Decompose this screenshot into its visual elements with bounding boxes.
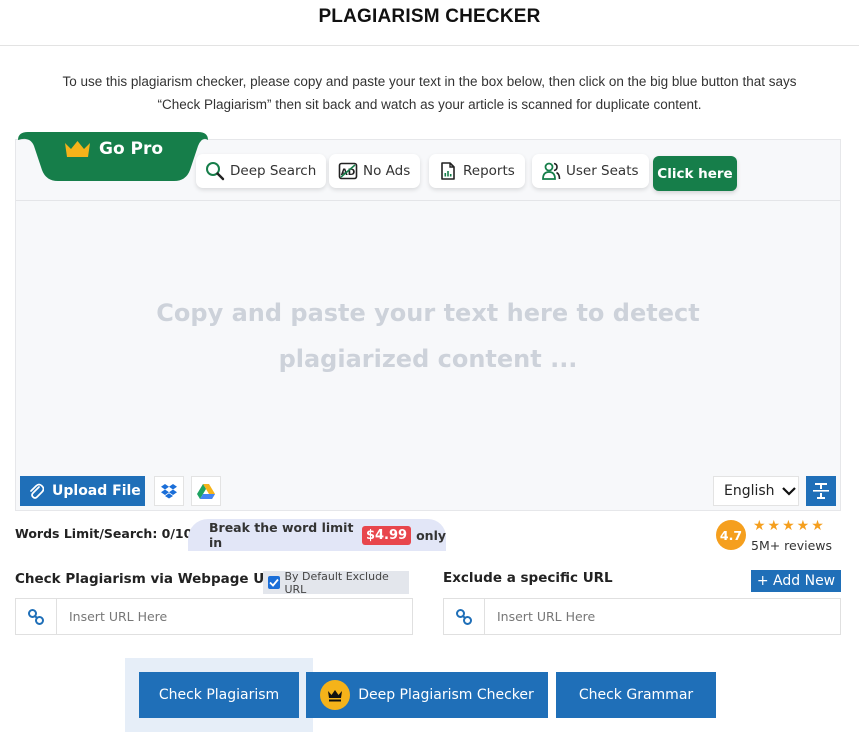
crown-icon [320, 680, 351, 710]
promo-prefix: Break the word limit in [209, 520, 354, 550]
page-title: PLAGIARISM CHECKER [318, 6, 541, 27]
add-new-button[interactable]: + Add New [751, 570, 841, 592]
no-ads-icon: AD [338, 161, 358, 181]
go-pro-tab[interactable]: Go Pro [18, 132, 208, 182]
upload-file-label: Upload File [52, 483, 141, 499]
report-icon [438, 161, 458, 181]
link-icon [444, 599, 485, 634]
webpage-url-input[interactable] [57, 599, 412, 634]
language-select[interactable]: English [713, 476, 799, 506]
deep-search-button[interactable]: Deep Search [196, 154, 327, 188]
upgrade-promo[interactable]: Break the word limit in $4.99 only [188, 519, 446, 551]
google-drive-button[interactable] [191, 476, 221, 506]
upload-file-button[interactable]: Upload File [20, 476, 145, 506]
exclude-url-field [443, 598, 841, 635]
chevron-down-icon [781, 487, 796, 496]
intro-text: To use this plagiarism checker, please c… [20, 70, 839, 116]
reports-label: Reports [463, 163, 515, 179]
paperclip-icon [30, 483, 44, 499]
checkbox-checked-icon[interactable] [268, 576, 281, 589]
link-icon [16, 599, 57, 634]
text-input-placeholder: Copy and paste your text here to detect … [156, 299, 700, 373]
go-pro-label-wrap: Go Pro [64, 139, 163, 159]
text-editor: Go Pro Deep Search AD No Ads Reports Use… [15, 132, 841, 511]
dropbox-icon [161, 484, 177, 499]
google-drive-icon [197, 484, 215, 499]
rating-score: 4.7 [716, 520, 746, 550]
deep-plagiarism-checker-button[interactable]: Deep Plagiarism Checker [306, 672, 548, 718]
format-text-button[interactable] [806, 476, 836, 506]
check-grammar-button[interactable]: Check Grammar [556, 672, 716, 718]
intro-line-1: To use this plagiarism checker, please c… [62, 74, 797, 89]
exclude-url-checkbox[interactable]: By Default Exclude URL [263, 569, 409, 596]
exclude-url-label: By Default Exclude URL [284, 569, 389, 596]
intro-line-2: “Check Plagiarism” then sit back and wat… [157, 97, 702, 112]
pro-toolbar: Go Pro Deep Search AD No Ads Reports Use… [16, 132, 840, 201]
check-plagiarism-label: Check Plagiarism [158, 687, 280, 703]
svg-text:AD: AD [341, 168, 355, 178]
text-input-area[interactable]: Copy and paste your text here to detect … [16, 201, 840, 471]
deep-search-label: Deep Search [230, 163, 317, 179]
go-pro-text: Go Pro [99, 139, 164, 159]
text-format-icon [813, 483, 829, 499]
crown-icon [65, 141, 90, 157]
exclude-url-title: Exclude a specific URL [443, 570, 613, 586]
dropbox-button[interactable] [154, 476, 184, 506]
reviews-count: 5M+ reviews [751, 538, 833, 553]
rating-widget: 4.7 ★★★★★ 5M+ reviews [716, 518, 846, 560]
exclude-url-input[interactable] [485, 599, 840, 634]
check-plagiarism-button[interactable]: Check Plagiarism [139, 672, 299, 718]
check-grammar-label: Check Grammar [578, 687, 694, 703]
user-seats-label: User Seats [566, 163, 639, 179]
promo-price: $4.99 [361, 525, 412, 545]
user-seats-button[interactable]: User Seats [532, 154, 649, 188]
users-icon [541, 161, 561, 181]
words-limit: Words Limit/Search: 0/1000 [15, 526, 210, 541]
click-here-button[interactable]: Click here [653, 156, 737, 191]
no-ads-label: No Ads [363, 163, 411, 179]
language-value: English [724, 483, 775, 499]
deep-plagiarism-checker-label: Deep Plagiarism Checker [358, 687, 534, 703]
no-ads-button[interactable]: AD No Ads [329, 154, 421, 188]
url-check-title: Check Plagiarism via Webpage URL [15, 571, 284, 587]
webpage-url-field [15, 598, 413, 635]
search-icon [205, 161, 225, 181]
page-header: PLAGIARISM CHECKER [0, 0, 859, 46]
promo-suffix: only [416, 527, 446, 543]
star-icons: ★★★★★ [753, 518, 826, 534]
reports-button[interactable]: Reports [429, 154, 525, 188]
